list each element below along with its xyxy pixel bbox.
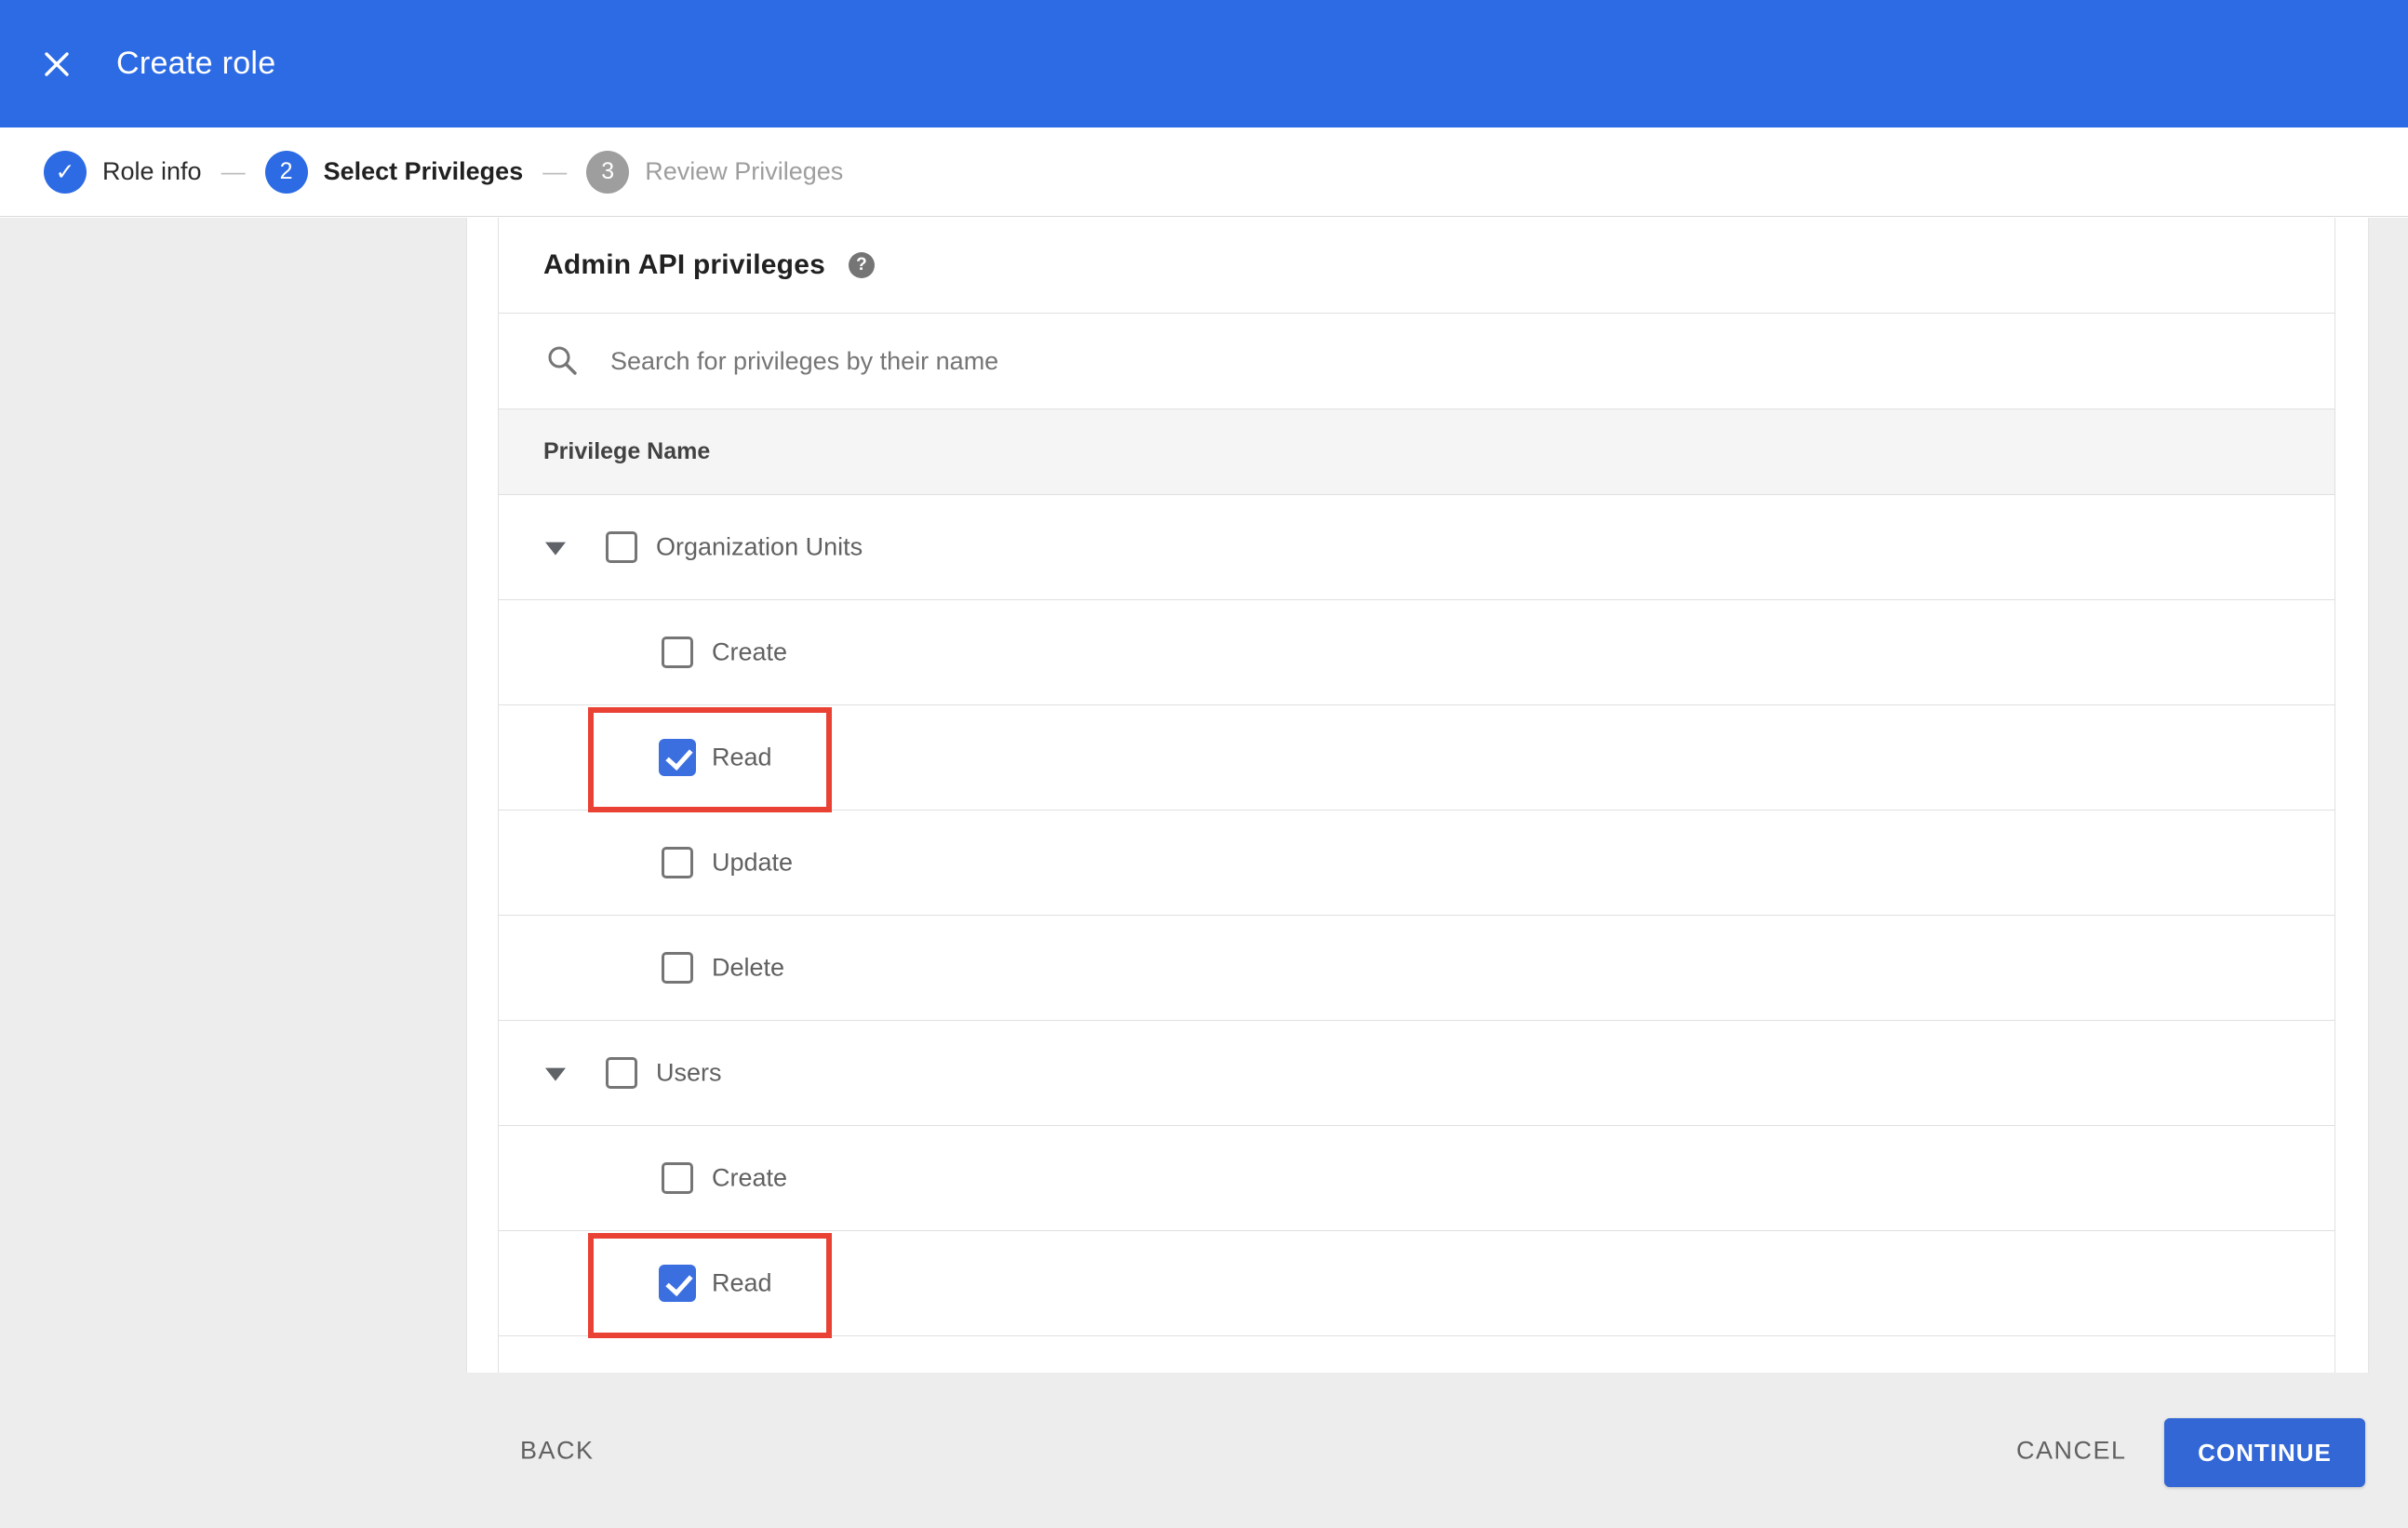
privilege-row-update: Update: [499, 811, 2334, 916]
stepper-step-role-info[interactable]: ✓ Role info: [44, 150, 202, 194]
help-icon[interactable]: ?: [848, 252, 875, 278]
privilege-rows: Organization Units Create Read Update Delete…: [499, 495, 2334, 1373]
privilege-row-organization-units: Organization Units: [499, 495, 2334, 600]
privilege-label: Create: [712, 1163, 788, 1192]
close-icon[interactable]: [43, 50, 71, 78]
expander-arrow-icon[interactable]: [545, 542, 566, 556]
step-label: Select Privileges: [323, 157, 524, 185]
left-gutter-panel: [0, 218, 467, 1373]
red-highlight-annotation: [588, 1233, 832, 1338]
step-separator: —: [221, 157, 246, 185]
back-button[interactable]: BACK: [520, 1436, 595, 1465]
privilege-row-create: Create: [499, 1126, 2334, 1231]
red-highlight-annotation: [588, 707, 832, 812]
right-gutter-panel: [2368, 218, 2408, 1373]
privilege-label: Update: [712, 848, 794, 877]
table-column-header-row: Privilege Name: [499, 409, 2334, 495]
step-separator: —: [542, 157, 568, 185]
checkbox-unchecked[interactable]: [606, 531, 637, 563]
privilege-label: Read: [712, 1268, 772, 1297]
privilege-row-read: Read: [499, 705, 2334, 812]
content-area: Admin API privileges ? Privilege Name Or…: [0, 218, 2408, 1373]
checkbox-checked[interactable]: [659, 739, 696, 776]
search-icon: [546, 344, 580, 378]
privilege-row-create: Create: [499, 600, 2334, 705]
search-row: [499, 314, 2334, 409]
wizard-stepper: ✓ Role info — 2 Select Privileges — 3 Review Pr…: [0, 127, 2408, 217]
step-check-icon: ✓: [44, 150, 87, 194]
expander-arrow-icon[interactable]: [545, 1067, 566, 1081]
checkbox-unchecked[interactable]: [662, 637, 693, 668]
stepper-step-select-privileges[interactable]: 2 Select Privileges: [264, 150, 524, 194]
step-label: Review Privileges: [645, 157, 844, 185]
dialog-title: Create role: [116, 46, 276, 81]
appbar: Create role: [0, 0, 2408, 127]
privilege-label: Organization Units: [656, 532, 863, 561]
panel-heading: Admin API privileges: [543, 249, 825, 280]
checkbox-unchecked[interactable]: [662, 952, 693, 984]
continue-button[interactable]: CONTINUE: [2164, 1418, 2365, 1487]
privileges-panel: Admin API privileges ? Privilege Name Or…: [498, 218, 2335, 1373]
checkbox-unchecked[interactable]: [606, 1057, 637, 1089]
search-input[interactable]: [610, 346, 1913, 376]
privilege-label: Create: [712, 637, 788, 666]
footer-bar: BACK CANCEL CONTINUE: [0, 1373, 2408, 1528]
step-number-badge: 2: [264, 150, 308, 194]
privilege-row-users: Users: [499, 1021, 2334, 1126]
privilege-row-delete: Delete: [499, 916, 2334, 1021]
checkbox-checked[interactable]: [659, 1265, 696, 1302]
privilege-label: Users: [656, 1058, 722, 1087]
privilege-row-partial: [499, 1336, 2334, 1373]
privilege-label: Read: [712, 743, 772, 771]
stepper-steps: ✓ Role info — 2 Select Privileges — 3 Review Pr…: [44, 150, 844, 194]
panel-heading-row: Admin API privileges ?: [499, 218, 2334, 314]
step-label: Role info: [102, 157, 202, 185]
stepper-step-review-privileges[interactable]: 3 Review Privileges: [586, 150, 844, 194]
checkbox-unchecked[interactable]: [662, 847, 693, 878]
column-header-privilege-name: Privilege Name: [543, 438, 711, 464]
cancel-button[interactable]: CANCEL: [2016, 1436, 2127, 1465]
checkbox-unchecked[interactable]: [662, 1162, 693, 1194]
step-number-badge: 3: [586, 150, 630, 194]
privilege-row-read: Read: [499, 1231, 2334, 1338]
privilege-label: Delete: [712, 953, 785, 982]
